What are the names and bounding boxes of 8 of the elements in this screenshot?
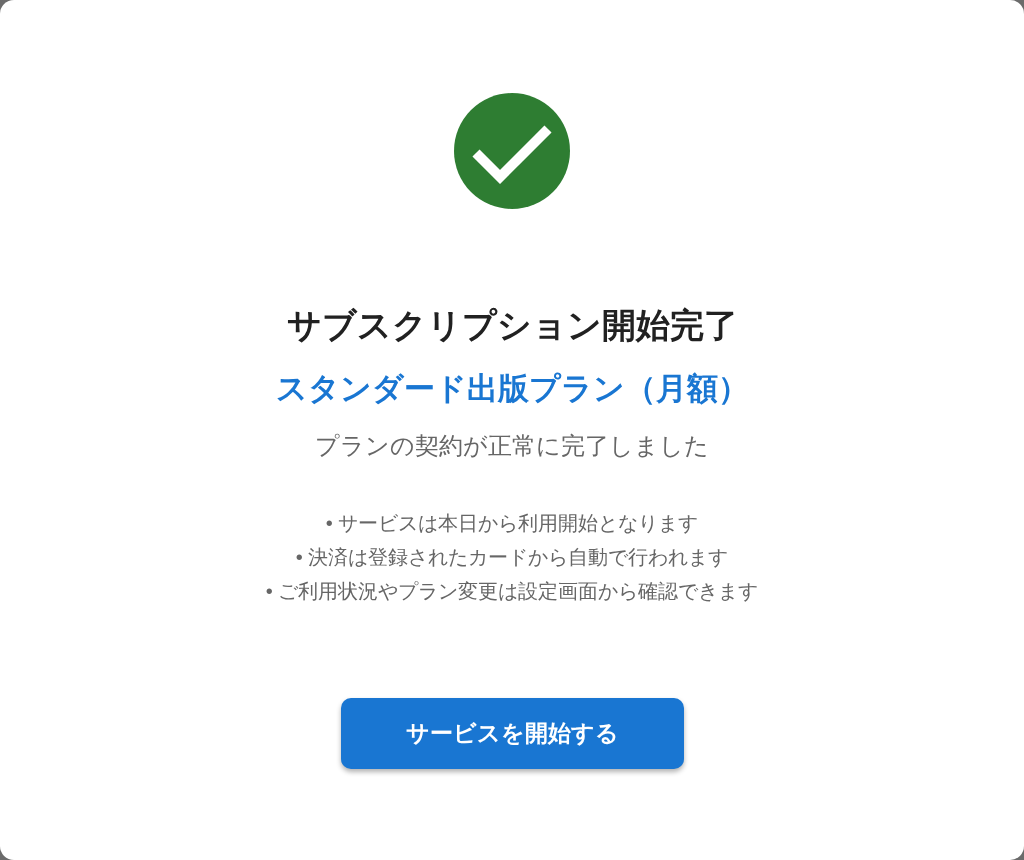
bullet-note: • サービスは本日から利用開始となります: [325, 511, 699, 536]
start-service-button[interactable]: サービスを開始する: [340, 698, 684, 769]
bullet-note: • 決済は登録されたカードから自動で行われます: [295, 545, 729, 570]
dialog-title: サブスクリプション開始完了: [286, 305, 738, 345]
plan-name: スタンダード出版プラン（月額）: [275, 371, 749, 407]
bullet-note: • ご利用状況やプラン変更は設定画面から確認できます: [265, 579, 759, 604]
success-message: プランの契約が正常に完了しました: [315, 431, 709, 461]
check-circle-icon: [454, 93, 570, 209]
